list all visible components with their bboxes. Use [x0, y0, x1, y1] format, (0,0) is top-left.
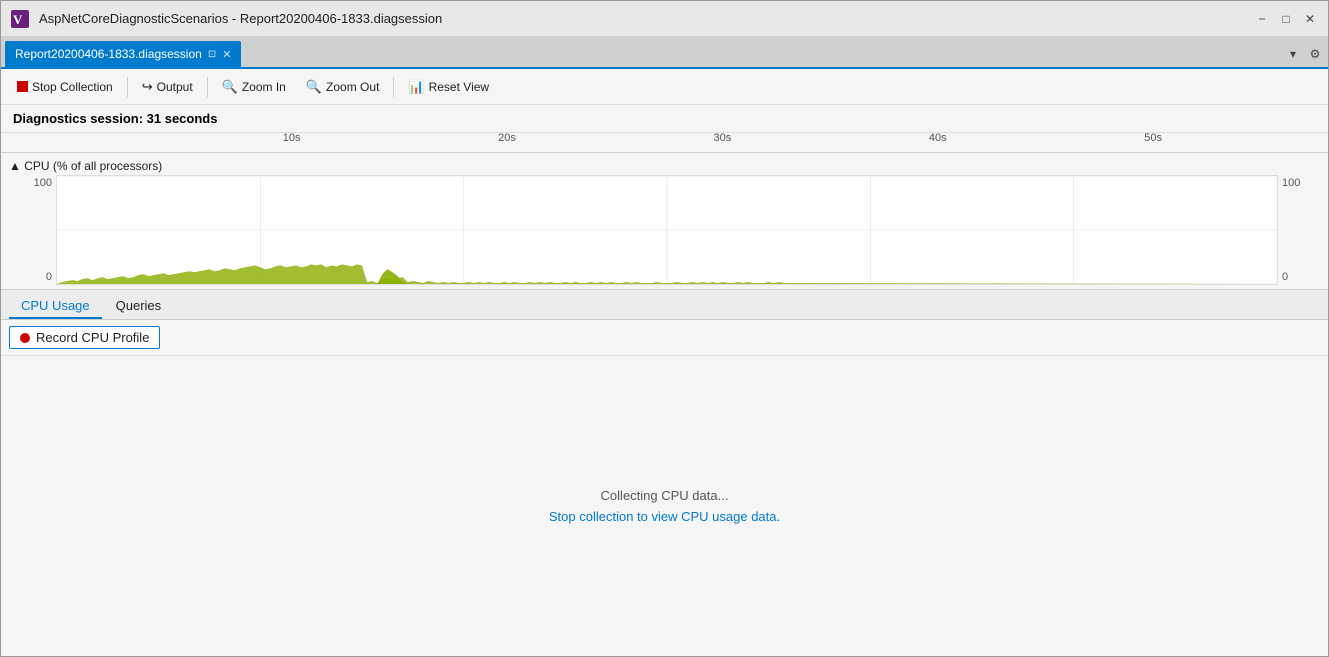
cpu-y-max-right: 100	[1282, 177, 1300, 189]
output-button[interactable]: ↪ Output	[134, 76, 201, 98]
tab-queries[interactable]: Queries	[104, 294, 174, 319]
ruler-40s: 40s	[929, 132, 947, 144]
maximize-button[interactable]: □	[1276, 9, 1296, 29]
tab-close-icon[interactable]: ✕	[222, 48, 231, 61]
cpu-chart-body: 100 0	[1, 175, 1328, 285]
reset-view-icon: 📊	[408, 79, 424, 95]
tab-gear-icon[interactable]: ⚙	[1306, 45, 1324, 63]
vs-logo-icon: V	[9, 8, 31, 30]
stop-icon	[17, 81, 28, 92]
stop-collection-button[interactable]: Stop Collection	[9, 77, 121, 97]
bottom-tabs: CPU Usage Queries	[1, 290, 1328, 320]
cpu-canvas	[56, 175, 1278, 285]
diag-header-text: Diagnostics session: 31 seconds	[13, 111, 217, 126]
diag-session-tab[interactable]: Report20200406-1833.diagsession ⊡ ✕	[5, 41, 241, 67]
tab-label: Report20200406-1833.diagsession	[15, 47, 202, 61]
tab-bar-right: ▾ ⚙	[1284, 45, 1324, 67]
zoom-in-icon: 🔍	[222, 79, 238, 95]
title-bar: V AspNetCoreDiagnosticScenarios - Report…	[1, 1, 1328, 37]
timeline-ruler: 10s 20s 30s 40s 50s	[1, 133, 1328, 153]
tab-bar: Report20200406-1833.diagsession ⊡ ✕ ▾ ⚙	[1, 37, 1328, 69]
output-label: Output	[157, 80, 193, 94]
toolbar-separator-1	[127, 77, 128, 97]
tab-cpu-usage-label: CPU Usage	[21, 298, 90, 313]
ruler-10s: 10s	[283, 132, 301, 144]
ruler-50s: 50s	[1144, 132, 1162, 144]
tab-queries-label: Queries	[116, 298, 162, 313]
center-message: Collecting CPU data... Stop collection t…	[1, 356, 1328, 656]
bottom-content: Record CPU Profile Collecting CPU data..…	[1, 320, 1328, 656]
toolbar-separator-2	[207, 77, 208, 97]
cpu-y-max-left: 100	[34, 177, 52, 189]
timeline-section: 10s 20s 30s 40s 50s ▲ CPU (% of all proc…	[1, 133, 1328, 290]
cpu-chart-container: ▲ CPU (% of all processors) 100 0	[1, 153, 1328, 289]
tab-cpu-usage[interactable]: CPU Usage	[9, 294, 102, 319]
toolbar: Stop Collection ↪ Output 🔍 Zoom In 🔍 Zoo…	[1, 69, 1328, 105]
ruler-30s: 30s	[714, 132, 732, 144]
zoom-in-button[interactable]: 🔍 Zoom In	[214, 76, 294, 98]
tab-pin-icon[interactable]: ⊡	[208, 49, 216, 60]
cpu-y-axis-left: 100 0	[1, 175, 56, 285]
tab-dropdown-arrow[interactable]: ▾	[1284, 45, 1302, 63]
output-icon: ↪	[142, 79, 153, 95]
zoom-out-button[interactable]: 🔍 Zoom Out	[298, 76, 388, 98]
zoom-in-label: Zoom In	[242, 80, 286, 94]
title-bar-text: AspNetCoreDiagnosticScenarios - Report20…	[39, 11, 1252, 26]
reset-view-label: Reset View	[429, 80, 489, 94]
zoom-out-icon: 🔍	[306, 79, 322, 95]
cpu-chart-title: ▲ CPU (% of all processors)	[1, 157, 1328, 175]
cpu-chart-title-text: ▲ CPU (% of all processors)	[9, 159, 162, 173]
record-dot-icon	[20, 333, 30, 343]
svg-text:V: V	[13, 12, 23, 27]
record-cpu-row: Record CPU Profile	[1, 320, 1328, 356]
minimize-button[interactable]: −	[1252, 9, 1272, 29]
cpu-y-axis-right: 100 0	[1278, 175, 1328, 285]
close-button[interactable]: ✕	[1300, 9, 1320, 29]
reset-view-button[interactable]: 📊 Reset View	[400, 76, 497, 98]
title-bar-controls: − □ ✕	[1252, 9, 1320, 29]
stop-collection-label: Stop Collection	[32, 80, 113, 94]
cpu-chart-svg	[57, 176, 1277, 284]
record-cpu-label: Record CPU Profile	[36, 330, 149, 345]
collecting-message-text: Collecting CPU data...	[601, 488, 729, 503]
zoom-out-label: Zoom Out	[326, 80, 379, 94]
diag-header: Diagnostics session: 31 seconds	[1, 105, 1328, 133]
bottom-panel: CPU Usage Queries Record CPU Profile Col…	[1, 290, 1328, 656]
stop-collection-link[interactable]: Stop collection to view CPU usage data.	[549, 509, 780, 524]
cpu-y-min-right: 0	[1282, 271, 1288, 283]
record-cpu-profile-button[interactable]: Record CPU Profile	[9, 326, 160, 349]
ruler-20s: 20s	[498, 132, 516, 144]
cpu-y-min-left: 0	[46, 271, 52, 283]
toolbar-separator-3	[393, 77, 394, 97]
